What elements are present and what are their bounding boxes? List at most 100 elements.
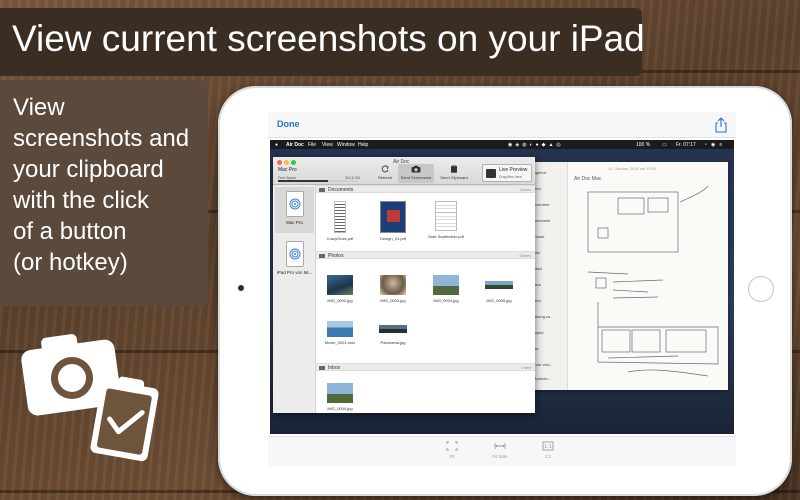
ipad-camera (238, 285, 244, 291)
send-screenshot-button[interactable]: Send Screenshot (398, 164, 434, 183)
note-list-item: Notiz (531, 250, 541, 255)
device-name: iPad Pro von Mi... (276, 270, 313, 275)
fit-button[interactable]: Fit (432, 441, 472, 459)
section-count: 6 Items (519, 253, 531, 258)
device-thumbnail (285, 191, 304, 217)
refresh-icon (381, 165, 389, 173)
photo-thumbnail (433, 275, 459, 295)
notes-app-window: Angebot Ideen Dezember ngeschenk Einkauf… (528, 162, 728, 390)
file-name: IMG_0004.jpg (433, 298, 459, 303)
panorama-thumbnail (379, 325, 407, 333)
zoom-toolbar: Fit Fit Side 1:1 1:1 (268, 436, 736, 466)
file-item[interactable]: IMG_0004.jpg (426, 275, 466, 303)
free-space-bar (278, 180, 358, 182)
file-name: IMG_0002.jpg (327, 298, 353, 303)
video-thumbnail (327, 321, 353, 337)
document-thumbnail (334, 201, 346, 233)
file-item[interactable]: Design_01.pdf (373, 201, 413, 241)
done-button[interactable]: Done (277, 119, 300, 129)
device-sidebar: Mac Pro iPad Pro von Mi... (273, 185, 316, 413)
live-preview-title: Live Preview (499, 167, 528, 173)
section-header-documents[interactable]: Documents 3 Items (316, 185, 535, 193)
note-list-item: Mac (531, 346, 566, 351)
section-name: Photos (328, 253, 344, 259)
device-item-ipad-pro[interactable]: iPad Pro von Mi... (275, 237, 314, 283)
menu-item: File (308, 141, 317, 148)
note-list-item: Dezember (531, 202, 550, 207)
file-item[interactable]: Note September.pdf (426, 201, 466, 239)
file-name: IMG_0003.jpg (380, 298, 406, 303)
free-space-fill (278, 180, 328, 182)
note-list-item: Angebot (531, 170, 546, 175)
note-list-item: einlad (531, 266, 542, 271)
mac-screenshot-view[interactable]: ● Air Doc File View Window Help ◉◈◍◐●◆▲◎… (270, 140, 734, 434)
section-name: Documents (328, 187, 354, 193)
refresh-button[interactable]: Refresh (374, 165, 396, 183)
file-item[interactable]: Movie_0001.mov (320, 321, 360, 345)
zoom-window-button[interactable] (291, 160, 296, 165)
refresh-label: Refresh (377, 175, 392, 180)
ipad-device: Done ● Air Doc File View Window Help ◉◈◍… (218, 86, 792, 496)
photo-thumbnail (380, 275, 406, 295)
camera-icon (411, 165, 421, 173)
handwritten-sketch (587, 185, 719, 377)
file-item[interactable]: Panorama.jpg (373, 321, 413, 345)
note-list-item: e rote velo... (531, 362, 554, 367)
fit-icon (446, 441, 458, 451)
file-name: Note September.pdf (428, 234, 464, 239)
ipad-home-button[interactable] (748, 276, 774, 302)
live-preview-drop-zone[interactable]: Live Preview Drag files here (482, 164, 532, 182)
note-list-item: leistung zu... (531, 314, 554, 319)
mac-menu-bar: ● Air Doc File View Window Help ◉◈◍◐●◆▲◎… (270, 140, 734, 149)
close-window-button[interactable] (277, 160, 282, 165)
window-toolbar: Air Doc Mac Pro Free Space 304.6 GB Refr… (273, 157, 535, 185)
feature-line: your clipboard (13, 156, 164, 183)
section-name: Inbox (328, 365, 341, 371)
file-browser: Documents 3 Items CrazyOnes.pdf Design_0… (316, 185, 535, 413)
page-thumbnail (435, 201, 457, 231)
battery-status: 100 % (636, 141, 651, 148)
section-header-inbox[interactable]: Inbox 1 Item (316, 363, 535, 371)
headline-banner: View current screenshots on your iPad (0, 8, 645, 76)
svg-text:1:1: 1:1 (544, 444, 552, 450)
folder-icon (319, 187, 325, 192)
app-navigation-bar: Done (268, 112, 736, 138)
file-item[interactable]: IMG_0003.jpg (373, 275, 413, 303)
file-name: Panorama.jpg (380, 340, 406, 345)
section-count: 3 Items (519, 187, 531, 192)
section-header-photos[interactable]: Photos 6 Items (316, 251, 535, 259)
live-preview-icon (486, 169, 496, 178)
fit-label: Fit (449, 454, 455, 459)
feature-line: View (13, 94, 65, 121)
ipad-screen: Done ● Air Doc File View Window Help ◉◈◍… (268, 112, 736, 466)
photo-thumbnail (327, 383, 353, 403)
actual-size-icon: 1:1 (542, 441, 554, 451)
apple-icon: ● (275, 141, 279, 148)
note-list-item: Ideen (531, 298, 542, 303)
menu-item: View (322, 141, 333, 148)
menu-app-name: Air Doc (286, 141, 304, 148)
file-item[interactable]: IMG_0004.jpg (320, 383, 360, 411)
file-item[interactable]: IMG_0002.jpg (320, 275, 360, 303)
headline-text: View current screenshots on your iPad (12, 18, 645, 59)
send-clipboard-button[interactable]: Send Clipboard (436, 165, 472, 183)
actual-size-label: 1:1 (544, 454, 552, 459)
feature-line: with the click (13, 187, 150, 214)
minimize-window-button[interactable] (284, 160, 289, 165)
send-screenshot-label: Send Screenshot (400, 175, 432, 180)
device-selector[interactable]: Mac Pro (278, 167, 297, 173)
note-list-item: Projekt (531, 330, 544, 335)
file-item[interactable]: CrazyOnes.pdf (320, 201, 360, 241)
device-name: Mac Pro (286, 220, 303, 225)
status-icons: ◉◈◍◐●◆▲◎ (508, 141, 564, 148)
file-name: CrazyOnes.pdf (326, 236, 354, 241)
menu-extras-icons: ◔◉≡ (704, 141, 727, 148)
folder-icon (319, 253, 325, 258)
actual-size-button[interactable]: 1:1 1:1 (528, 441, 568, 459)
device-item-mac-pro[interactable]: Mac Pro (275, 187, 314, 233)
fit-side-button[interactable]: Fit Side (480, 441, 520, 459)
note-list-item: Einkauf (531, 234, 545, 239)
share-icon[interactable] (714, 117, 728, 133)
file-item[interactable]: IMG_0005.jpg (479, 275, 519, 303)
fit-side-label: Fit Side (492, 454, 508, 459)
